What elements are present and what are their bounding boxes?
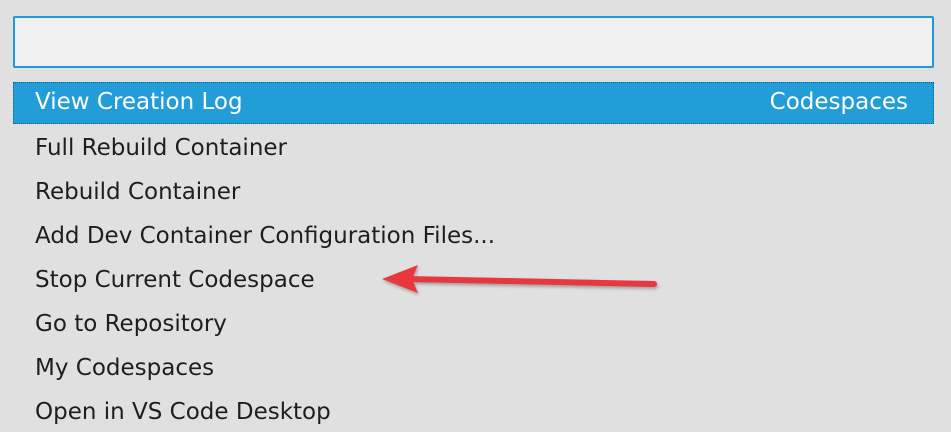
list-item-go-to-repository[interactable]: Go to Repository	[13, 302, 934, 346]
list-item-label: My Codespaces	[35, 355, 215, 381]
list-item-full-rebuild-container[interactable]: Full Rebuild Container	[13, 126, 934, 170]
list-item-label: Stop Current Codespace	[35, 267, 315, 293]
list-item-label: Full Rebuild Container	[35, 135, 288, 161]
quick-pick-palette: View Creation Log Codespaces Full Rebuil…	[0, 0, 951, 432]
list-item-view-creation-log[interactable]: View Creation Log Codespaces	[13, 82, 934, 124]
list-item-label: View Creation Log	[35, 89, 243, 115]
list-item-add-dev-container-config[interactable]: Add Dev Container Configuration Files...	[13, 214, 934, 258]
list-item-label: Add Dev Container Configuration Files...	[35, 223, 496, 249]
command-list: View Creation Log Codespaces Full Rebuil…	[13, 82, 934, 432]
list-item-label: Go to Repository	[35, 311, 227, 337]
list-item-category: Codespaces	[769, 89, 908, 115]
command-input[interactable]	[15, 18, 932, 66]
red-arrow-icon	[382, 265, 657, 293]
list-item-label: Rebuild Container	[35, 179, 241, 205]
list-item-rebuild-container[interactable]: Rebuild Container	[13, 170, 934, 214]
list-item-my-codespaces[interactable]: My Codespaces	[13, 346, 934, 390]
command-input-box[interactable]	[13, 16, 934, 68]
list-item-label: Open in VS Code Desktop	[35, 399, 331, 425]
list-item-open-in-vs-code-desktop[interactable]: Open in VS Code Desktop	[13, 390, 934, 432]
